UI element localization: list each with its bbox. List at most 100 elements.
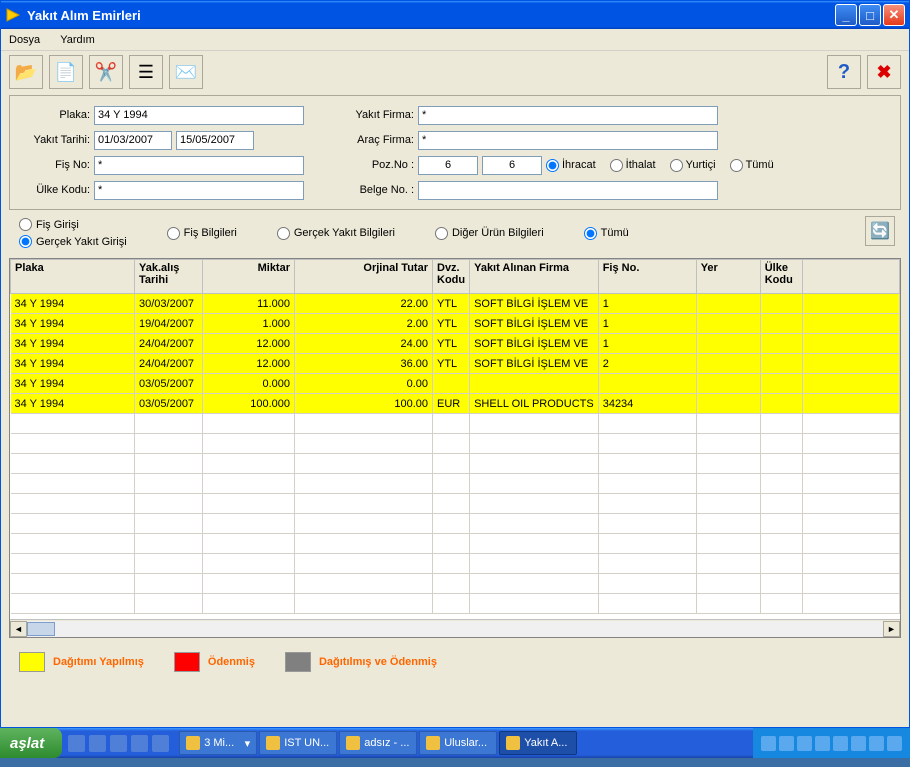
table-row[interactable]: 34 Y 199403/05/20070.0000.00 <box>11 374 900 394</box>
fis-girisi-radio[interactable]: Fiş Girişi <box>19 218 127 231</box>
maximize-button[interactable]: □ <box>859 4 881 26</box>
mail-icon: ✉️ <box>175 62 197 83</box>
col-tutar[interactable]: Orjinal Tutar <box>295 260 433 294</box>
app-icon <box>5 7 21 23</box>
taskbar-task[interactable]: adsız - ... <box>339 731 417 755</box>
taskbar-task[interactable]: 3 Mi...▾ <box>179 731 257 755</box>
legend: Dağıtımı Yapılmış Ödenmiş Dağıtılmış ve … <box>1 642 909 682</box>
swatch-gray <box>285 652 311 672</box>
table-row[interactable]: 34 Y 199430/03/200711.00022.00YTLSOFT Bİ… <box>11 294 900 314</box>
yurtici-radio[interactable]: Yurtiçi <box>670 159 716 172</box>
ql-icon-4[interactable] <box>131 735 148 752</box>
view-options: Fiş Girişi Gerçek Yakıt Girişi Fiş Bilgi… <box>1 212 909 254</box>
col-tarih[interactable]: Yak.alış Tarihi <box>135 260 203 294</box>
ithalat-radio[interactable]: İthalat <box>610 159 656 172</box>
exit-button[interactable]: ✖ <box>867 55 901 89</box>
mail-button[interactable]: ✉️ <box>169 55 203 89</box>
quick-launch <box>62 735 175 752</box>
table-row[interactable]: 34 Y 199424/04/200712.00036.00YTLSOFT Bİ… <box>11 354 900 374</box>
yakitfirma-input[interactable] <box>418 106 718 125</box>
list-icon: ☰ <box>138 62 154 83</box>
scroll-right-button[interactable]: ► <box>883 621 900 637</box>
document-button[interactable]: 📄 <box>49 55 83 89</box>
data-grid[interactable]: Plaka Yak.alış Tarihi Miktar Orjinal Tut… <box>10 259 900 614</box>
close-icon: ✖ <box>876 62 891 83</box>
col-miktar[interactable]: Miktar <box>203 260 295 294</box>
ulkekodu-input[interactable] <box>94 181 304 200</box>
titlebar[interactable]: Yakıt Alım Emirleri _ □ ✕ <box>1 1 909 29</box>
col-fisno[interactable]: Fiş No. <box>598 260 696 294</box>
tray-icon[interactable] <box>869 736 884 751</box>
tray-icon[interactable] <box>761 736 776 751</box>
aracfirma-label: Araç Firma: <box>334 134 414 146</box>
table-row[interactable]: 34 Y 199419/04/20071.0002.00YTLSOFT BİLG… <box>11 314 900 334</box>
taskbar: aşlat 3 Mi...▾IST UN...adsız - ...Ulusla… <box>0 728 910 758</box>
taskbar-task[interactable]: IST UN... <box>259 731 337 755</box>
taskbar-task[interactable]: Uluslar... <box>419 731 497 755</box>
open-folder-button[interactable]: 📂 <box>9 55 43 89</box>
tray-icon[interactable] <box>815 736 830 751</box>
horizontal-scrollbar[interactable]: ◄ ► <box>10 619 900 637</box>
fisno-input[interactable] <box>94 156 304 175</box>
yakitfirma-label: Yakıt Firma: <box>334 109 414 121</box>
col-firma[interactable]: Yakıt Alınan Firma <box>470 260 599 294</box>
help-button[interactable]: ? <box>827 55 861 89</box>
tray-icon[interactable] <box>887 736 902 751</box>
col-dvz[interactable]: Dvz. Kodu <box>433 260 470 294</box>
menu-dosya[interactable]: Dosya <box>9 34 40 46</box>
diger-urun-radio[interactable]: Diğer Ürün Bilgileri <box>435 227 544 240</box>
tray-icon[interactable] <box>797 736 812 751</box>
ql-icon-5[interactable] <box>152 735 169 752</box>
gercek-yakit-girisi-radio[interactable]: Gerçek Yakıt Girişi <box>19 235 127 248</box>
yakit-tarihi-label: Yakıt Tarihi: <box>20 134 90 146</box>
aracfirma-input[interactable] <box>418 131 718 150</box>
taskbar-task[interactable]: Yakıt A... <box>499 731 577 755</box>
tray-icon[interactable] <box>779 736 794 751</box>
ql-ie-icon[interactable] <box>68 735 85 752</box>
col-ulke[interactable]: Ülke Kodu <box>760 260 802 294</box>
cut-button[interactable]: ✂️ <box>89 55 123 89</box>
gercek-yakit-bilgileri-radio[interactable]: Gerçek Yakıt Bilgileri <box>277 227 395 240</box>
swatch-yellow <box>19 652 45 672</box>
scroll-thumb[interactable] <box>27 622 55 636</box>
ulkekodu-label: Ülke Kodu: <box>20 184 90 196</box>
tumu-view-radio[interactable]: Tümü <box>584 227 629 240</box>
tarih2-input[interactable] <box>176 131 254 150</box>
grid-container: Plaka Yak.alış Tarihi Miktar Orjinal Tut… <box>9 258 901 638</box>
start-button[interactable]: aşlat <box>0 728 62 758</box>
fisno-label: Fiş No: <box>20 159 90 171</box>
tray-icon[interactable] <box>851 736 866 751</box>
ql-icon-2[interactable] <box>89 735 106 752</box>
filter-form: Plaka: Yakıt Tarihi: Fiş No: Ülke Kodu: … <box>9 95 901 210</box>
col-plaka[interactable]: Plaka <box>11 260 135 294</box>
pozno-label: Poz.No : <box>334 159 414 171</box>
belgeno-input[interactable] <box>418 181 718 200</box>
menubar: Dosya Yardım <box>1 29 909 51</box>
window-title: Yakıt Alım Emirleri <box>27 8 835 23</box>
table-row[interactable]: 34 Y 199424/04/200712.00024.00YTLSOFT Bİ… <box>11 334 900 354</box>
poz2-input[interactable] <box>482 156 542 175</box>
ql-icon-3[interactable] <box>110 735 127 752</box>
menu-yardim[interactable]: Yardım <box>60 34 95 46</box>
minimize-button[interactable]: _ <box>835 4 857 26</box>
folder-open-icon: 📂 <box>15 62 37 83</box>
plaka-label: Plaka: <box>20 109 90 121</box>
document-icon: 📄 <box>55 62 77 83</box>
poz1-input[interactable] <box>418 156 478 175</box>
tarih1-input[interactable] <box>94 131 172 150</box>
belgeno-label: Belge No. : <box>334 184 414 196</box>
ihracat-radio[interactable]: İhracat <box>546 159 596 172</box>
close-button[interactable]: ✕ <box>883 4 905 26</box>
legend-both: Dağıtılmış ve Ödenmiş <box>319 656 437 668</box>
taskbar-tasks: 3 Mi...▾IST UN...adsız - ...Uluslar...Ya… <box>175 731 753 755</box>
refresh-button[interactable]: 🔄 <box>865 216 895 246</box>
scissors-icon: ✂️ <box>95 62 117 83</box>
scroll-left-button[interactable]: ◄ <box>10 621 27 637</box>
tray-icon[interactable] <box>833 736 848 751</box>
tumu-radio[interactable]: Tümü <box>730 159 774 172</box>
col-yer[interactable]: Yer <box>696 260 760 294</box>
table-row[interactable]: 34 Y 199403/05/2007100.000100.00EURSHELL… <box>11 394 900 414</box>
fis-bilgileri-radio[interactable]: Fiş Bilgileri <box>167 227 237 240</box>
list-button[interactable]: ☰ <box>129 55 163 89</box>
plaka-input[interactable] <box>94 106 304 125</box>
